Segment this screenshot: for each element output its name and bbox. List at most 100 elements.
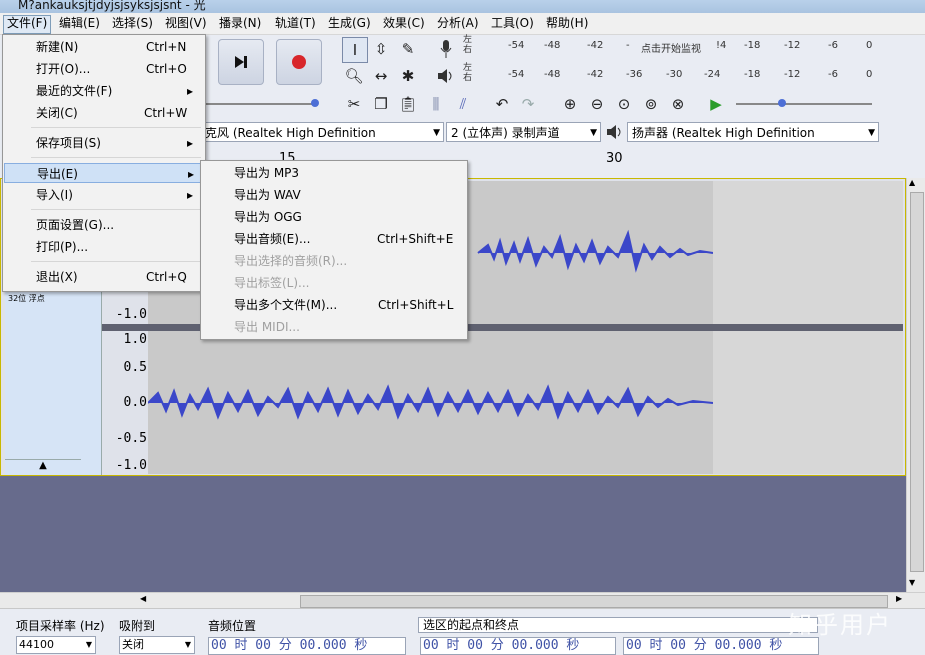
undo-button[interactable]: ↶	[490, 92, 514, 116]
playback-meter[interactable]: -54 -48 -42 -36 -30 -24 -18 -12 -6 0	[478, 69, 878, 85]
menu-item-open[interactable]: 打开(O)... Ctrl+O	[3, 59, 205, 79]
zoom-toggle-button[interactable]: ⊗	[666, 92, 690, 116]
slider-thumb[interactable]	[778, 99, 786, 107]
slider-thumb[interactable]	[311, 99, 319, 107]
output-device-select[interactable]: 扬声器 (Realtek High Definition ▼	[627, 122, 879, 142]
selection-tool[interactable]: I	[342, 37, 368, 63]
redo-button[interactable]: ↷	[516, 92, 540, 116]
menu-item-export-multiple[interactable]: 导出多个文件(M)... Ctrl+Shift+L	[201, 295, 467, 315]
dropdown-arrow-icon: ▼	[590, 128, 597, 138]
scroll-down-icon[interactable]: ▼	[909, 578, 915, 587]
menu-item-export[interactable]: 导出(E) ▸	[4, 163, 204, 183]
speaker-meter-button[interactable]	[434, 64, 458, 88]
empty-track-area[interactable]	[713, 331, 903, 474]
menu-item-import[interactable]: 导入(I) ▸	[3, 185, 205, 205]
snap-to-label: 吸附到	[119, 619, 156, 633]
menu-effect[interactable]: 效果(C)	[380, 15, 428, 32]
menu-item-export-wav[interactable]: 导出为 WAV	[201, 185, 467, 205]
menu-file[interactable]: 文件(F)	[3, 15, 52, 34]
channels-select[interactable]: 2 (立体声) 录制声道 ▼	[446, 122, 601, 142]
meter-tick: -54	[508, 40, 525, 51]
skip-end-button[interactable]	[218, 39, 264, 85]
horizontal-scrollbar[interactable]: ◀ ▶	[0, 592, 925, 609]
track-format-label: 32位 浮点	[8, 294, 45, 303]
mic-meter-button[interactable]	[434, 37, 458, 61]
title-bar: M?ankauksjtjdyjsjsyksjsjsnt - 光	[0, 0, 925, 13]
meter-tick: -	[626, 40, 630, 51]
dropdown-arrow-icon: ▼	[868, 128, 875, 138]
dropdown-arrow-icon: ▼	[85, 640, 92, 649]
menu-tools[interactable]: 工具(O)	[488, 15, 537, 32]
menu-item-label: 导出为 WAV	[234, 188, 301, 202]
scroll-left-icon[interactable]: ◀	[140, 594, 146, 603]
menu-select[interactable]: 选择(S)	[109, 15, 156, 32]
copy-button[interactable]: ❐	[369, 92, 393, 116]
zoom-out-button[interactable]: ⊖	[585, 92, 609, 116]
envelope-tool[interactable]: ⇳	[369, 37, 393, 61]
right-label: 右	[463, 45, 473, 55]
vertical-scroll-thumb[interactable]	[910, 192, 924, 572]
menu-item-close[interactable]: 关闭(C) Ctrl+W	[3, 103, 205, 123]
meter-tick: !4	[716, 40, 727, 51]
menu-view[interactable]: 视图(V)	[162, 15, 210, 32]
menu-item-export-audio[interactable]: 导出音频(E)... Ctrl+Shift+E	[201, 229, 467, 249]
menu-edit[interactable]: 编辑(E)	[56, 15, 103, 32]
meter-tick: -24	[704, 69, 721, 80]
menu-record[interactable]: 播录(N)	[216, 15, 264, 32]
menu-item-save-project[interactable]: 保存项目(S) ▸	[3, 133, 205, 153]
vertical-scrollbar[interactable]: ▲ ▼	[906, 178, 925, 592]
speaker-icon	[607, 125, 621, 139]
meter-tick: -54	[508, 69, 525, 80]
empty-project-area[interactable]	[0, 476, 906, 592]
menu-help[interactable]: 帮助(H)	[543, 15, 591, 32]
menu-item-recent-files[interactable]: 最近的文件(F) ▸	[3, 81, 205, 101]
menu-item-new[interactable]: 新建(N) Ctrl+N	[3, 37, 205, 57]
play-at-speed-button[interactable]: ▶	[704, 92, 728, 116]
volume-slider[interactable]	[205, 99, 319, 107]
menu-item-export-mp3[interactable]: 导出为 MP3	[201, 163, 467, 183]
menu-separator	[31, 127, 201, 128]
snap-to-select[interactable]: 关闭 ▼	[119, 636, 195, 654]
scroll-up-icon[interactable]: ▲	[909, 178, 915, 187]
dropdown-arrow-icon: ▼	[433, 128, 440, 138]
project-rate-select[interactable]: 44100 ▼	[16, 636, 96, 654]
time-shift-tool[interactable]: ↔	[369, 64, 393, 88]
menu-analyze[interactable]: 分析(A)	[434, 15, 482, 32]
scroll-right-icon[interactable]: ▶	[896, 594, 902, 603]
paste-button[interactable]: 📋︎	[396, 92, 420, 116]
menu-separator	[31, 157, 201, 158]
input-device-select[interactable]: 克风 (Realtek High Definition ▼	[200, 122, 444, 142]
audio-position-field[interactable]: 00 时 00 分 00.000 秒	[208, 637, 406, 655]
i-beam-icon: I	[352, 41, 358, 59]
record-meter[interactable]: -54 -48 -42 - 点击开始监视 !4 -18 -12 -6 0	[478, 40, 878, 56]
scale-label: 1.0	[123, 332, 147, 347]
scale-label: -1.0	[115, 458, 147, 473]
magnifier-icon: 🔍︎	[344, 67, 364, 85]
fit-project-icon: ⊚	[644, 95, 658, 113]
collapse-track-button[interactable]: ▲	[5, 459, 81, 475]
fit-project-button[interactable]: ⊚	[639, 92, 663, 116]
menu-item-print[interactable]: 打印(P)...	[3, 237, 205, 257]
play-speed-slider[interactable]	[736, 99, 872, 107]
fit-selection-button[interactable]: ⊙	[612, 92, 636, 116]
multi-tool[interactable]: ✱	[396, 64, 420, 88]
menu-item-shortcut: Ctrl+W	[144, 106, 188, 120]
selection-mode-select[interactable]: 选区的起点和终点	[418, 617, 818, 633]
record-button[interactable]	[276, 39, 322, 85]
silence-button[interactable]: ⫽	[451, 92, 475, 116]
scale-label: 0.5	[123, 360, 147, 375]
menu-item-export-ogg[interactable]: 导出为 OGG	[201, 207, 467, 227]
menu-item-exit[interactable]: 退出(X) Ctrl+Q	[3, 267, 205, 287]
zoom-in-button[interactable]: ⊕	[558, 92, 582, 116]
cut-button[interactable]: ✂	[342, 92, 366, 116]
zoom-tool[interactable]: 🔍︎	[342, 64, 366, 88]
menu-tracks[interactable]: 轨道(T)	[272, 15, 319, 32]
monitor-hint[interactable]: 点击开始监视	[641, 40, 701, 55]
menu-generate[interactable]: 生成(G)	[325, 15, 374, 32]
scale-label: -1.0	[115, 307, 147, 322]
trim-button[interactable]: ⫼	[424, 92, 448, 116]
selection-start-field[interactable]: 00 时 00 分 00.000 秒	[420, 637, 616, 655]
draw-tool[interactable]: ✎	[396, 37, 420, 61]
empty-track-area[interactable]	[713, 181, 903, 324]
menu-item-page-setup[interactable]: 页面设置(G)...	[3, 215, 205, 235]
